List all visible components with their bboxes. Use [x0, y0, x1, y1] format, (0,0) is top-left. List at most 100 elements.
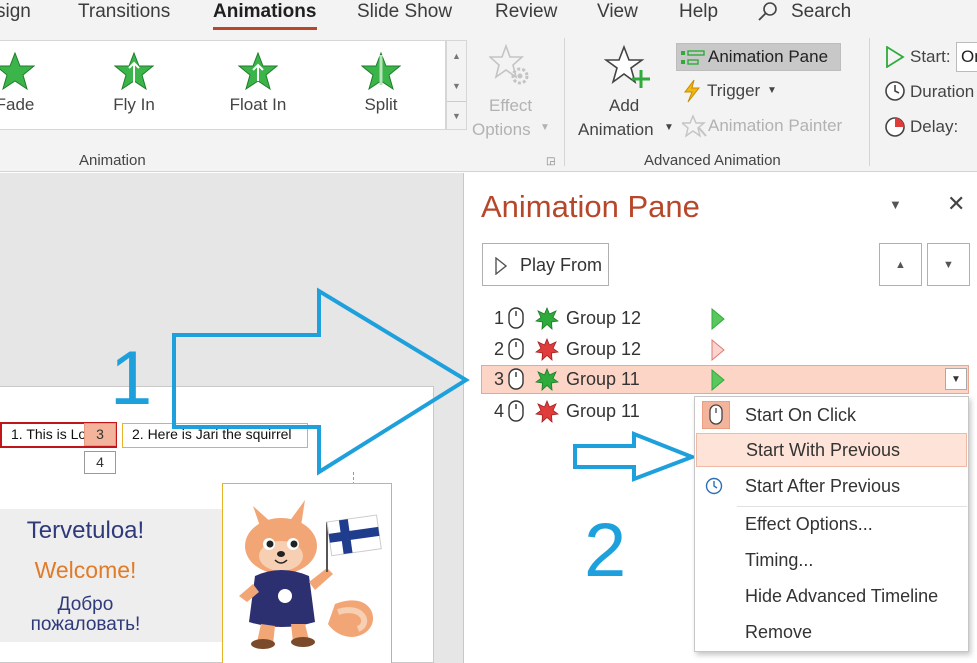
welcome-russian-line1: Добро: [57, 594, 114, 615]
delay-clock-icon: [885, 117, 905, 137]
mouse-click-icon: [508, 400, 524, 422]
animation-split[interactable]: Split: [326, 51, 436, 115]
menu-timing[interactable]: Timing...: [695, 543, 968, 577]
tab-design[interactable]: sign: [0, 0, 31, 24]
menu-label: Timing...: [745, 550, 814, 570]
pane-options-chevron-icon[interactable]: ▼: [889, 197, 902, 212]
start-dropdown[interactable]: On: [956, 42, 977, 72]
fly-in-star-icon: [114, 51, 154, 91]
animation-pane-title: Animation Pane: [481, 189, 700, 224]
tab-slide-show[interactable]: Slide Show: [357, 0, 452, 24]
mouse-icon: [702, 401, 730, 429]
trigger-label: Trigger: [707, 81, 761, 100]
welcome-english: Welcome!: [34, 557, 137, 583]
move-down-button[interactable]: ▼: [927, 243, 970, 286]
search-box[interactable]: Search: [791, 0, 851, 24]
menu-start-after-previous[interactable]: Start After Previous: [695, 469, 968, 503]
add-animation-star-icon: [604, 44, 650, 88]
animation-pane-icon: [681, 50, 705, 65]
group-advanced-animation-label: Advanced Animation: [644, 152, 781, 169]
effect-options-label-1: Effect: [489, 96, 533, 115]
start-context-menu: Start On Click Start With Previous Start…: [694, 396, 969, 652]
menu-label: Effect Options...: [745, 514, 873, 534]
active-tab-underline: [213, 27, 317, 30]
tab-transitions[interactable]: Transitions: [78, 0, 170, 24]
annotation-number-2: 2: [584, 508, 627, 593]
pane-close-icon[interactable]: ✕: [947, 191, 965, 217]
entrance-effect-icon: [535, 307, 559, 330]
animation-pane-button[interactable]: Animation Pane: [676, 43, 841, 71]
trigger-button[interactable]: Trigger ▼: [682, 78, 782, 106]
search-icon[interactable]: [757, 1, 779, 23]
animation-fly-in[interactable]: Fly In: [79, 51, 189, 115]
play-icon: [495, 257, 507, 275]
tab-help[interactable]: Help: [679, 0, 718, 24]
split-star-icon: [361, 51, 401, 91]
tab-animations[interactable]: Animations: [213, 0, 316, 24]
add-animation-label-1: Add: [609, 96, 640, 115]
start-label: Start:: [910, 47, 951, 66]
animation-painter-button[interactable]: Animation Painter: [682, 113, 862, 141]
row-dropdown-button[interactable]: ▼: [945, 368, 967, 390]
float-in-star-icon: [238, 51, 278, 91]
play-from-button[interactable]: Play From: [482, 243, 609, 286]
timeline-bar-solid: [711, 369, 725, 391]
lightning-icon: [684, 79, 701, 103]
animation-row-1[interactable]: 1 Group 12: [481, 304, 969, 333]
animation-fade-label: Fade: [0, 95, 35, 114]
animation-tag-3[interactable]: 3: [84, 423, 116, 446]
animation-float-in[interactable]: Float In: [203, 51, 313, 115]
group-separator: [869, 38, 870, 166]
trigger-caret-icon: ▼: [767, 85, 777, 96]
gallery-scroll-up[interactable]: ▲: [447, 41, 466, 70]
dialog-launcher-icon[interactable]: ◲: [546, 156, 555, 167]
row-name: Group 12: [566, 308, 642, 328]
animation-fade[interactable]: Fade: [0, 51, 70, 115]
menu-label: Remove: [745, 622, 813, 642]
menu-remove[interactable]: Remove: [695, 615, 968, 649]
play-from-label: Play From: [520, 255, 603, 275]
add-animation-caret-icon: ▼: [664, 122, 674, 133]
gallery-scrollbar[interactable]: ▲ ▼ ▼: [446, 40, 467, 130]
squirrel-mascot-image: [239, 500, 382, 649]
exit-effect-icon: [535, 400, 559, 423]
gallery-more-button[interactable]: ▼: [447, 101, 466, 130]
timeline-bar-solid: [711, 308, 725, 330]
row-number: 2: [494, 339, 505, 359]
tab-view[interactable]: View: [597, 0, 638, 24]
row-number: 4: [494, 401, 505, 421]
gallery-scroll-down[interactable]: ▼: [447, 71, 466, 100]
tab-review[interactable]: Review: [495, 0, 557, 24]
squirrel-group[interactable]: [222, 483, 392, 663]
menu-effect-options[interactable]: Effect Options...: [695, 507, 968, 541]
chevron-down-icon: ▼: [951, 373, 961, 385]
animation-tag-4[interactable]: 4: [84, 451, 116, 474]
row-name: Group 11: [566, 369, 640, 389]
add-animation-label-2: Animation: [578, 120, 654, 139]
animation-painter-label: Animation Painter: [708, 116, 843, 135]
animation-gallery: Fade Fly In Float In Split: [0, 40, 446, 130]
menu-start-with-previous[interactable]: Start With Previous: [696, 433, 967, 467]
menu-hide-advanced-timeline[interactable]: Hide Advanced Timeline: [695, 579, 968, 613]
start-value: On: [961, 47, 977, 66]
duration-label: Duration: [910, 82, 975, 101]
row-name: Group 11: [566, 401, 640, 421]
group-separator: [564, 38, 565, 166]
welcome-finnish: Tervetuloa!: [26, 517, 145, 544]
animation-row-2[interactable]: 2 Group 12: [481, 335, 969, 364]
ribbon: Fade Fly In Float In Split ▲ ▼ ▼ Effect …: [0, 38, 977, 172]
caption-box-2[interactable]: 2. Here is Jari the squirrel: [122, 423, 308, 448]
row-number: 3: [494, 369, 505, 389]
menu-label: Start With Previous: [746, 440, 901, 460]
exit-effect-icon: [535, 338, 559, 361]
menu-start-on-click[interactable]: Start On Click: [695, 398, 968, 432]
add-animation-button[interactable]: Add Animation ▼: [576, 42, 676, 142]
ribbon-tabs: sign Transitions Animations Slide Show R…: [0, 0, 977, 38]
move-up-button[interactable]: ▲: [879, 243, 922, 286]
group-animation-label: Animation: [79, 152, 146, 169]
menu-label: Hide Advanced Timeline: [745, 586, 939, 606]
row-number: 1: [494, 308, 505, 328]
animation-row-3[interactable]: 3 Group 11 ▼: [481, 365, 969, 394]
animation-fly-in-label: Fly In: [113, 95, 155, 114]
effect-options-button[interactable]: Effect Options ▼: [472, 42, 556, 142]
